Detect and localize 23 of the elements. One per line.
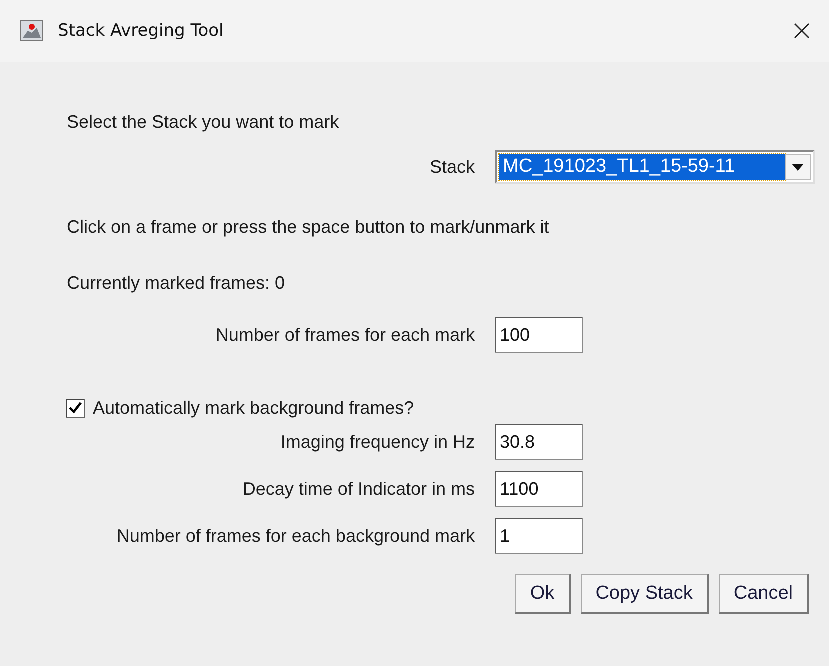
ok-button[interactable]: Ok [515, 574, 571, 614]
field-label: Decay time of Indicator in ms [242, 478, 475, 500]
field-label: Number of frames for each mark [216, 324, 475, 346]
instruction-text: Click on a frame or press the space button to mark/unmark it [67, 216, 550, 238]
app-icon [20, 20, 44, 42]
input-field[interactable]: 30.8 [495, 424, 583, 460]
copy-stack-button[interactable]: Copy Stack [580, 574, 709, 614]
caret-icon [792, 164, 804, 170]
stack-label: Stack [430, 156, 475, 178]
window-title: Stack Avreging Tool [58, 21, 225, 41]
stack-dropdown[interactable]: MC_191023_TL1_15-59-11 [495, 150, 815, 184]
field-label: Imaging frequency in Hz [280, 432, 475, 452]
auto-background-checkbox[interactable]: Automatically mark background frames? [66, 395, 414, 421]
input-field[interactable]: 1 [495, 518, 583, 554]
close-icon [793, 22, 811, 40]
intro-text: Select the Stack you want to mark [67, 111, 340, 133]
check-icon [69, 402, 82, 414]
dropdown-arrow-button[interactable] [785, 154, 811, 180]
input-field[interactable]: 1100 [495, 471, 583, 507]
input-field[interactable]: 100 [495, 317, 583, 353]
marked-count-text: Currently marked frames: 0 [67, 272, 286, 294]
cancel-button[interactable]: Cancel [718, 574, 809, 614]
field-label: Number of frames for each background mark [116, 526, 475, 546]
